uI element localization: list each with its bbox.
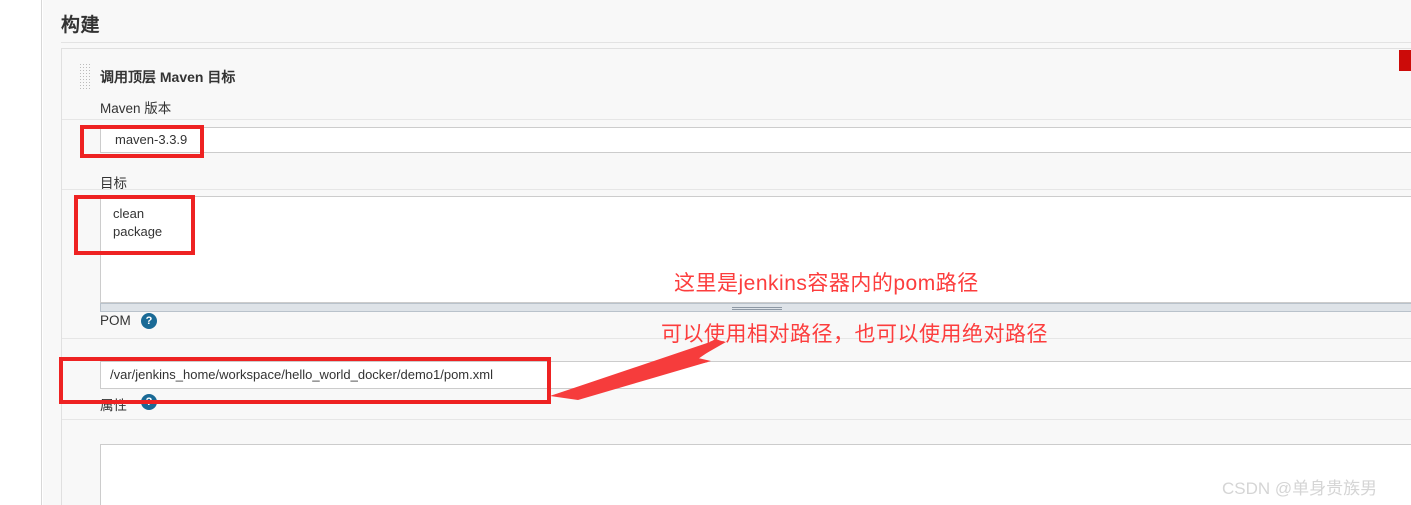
page-title: 构建: [61, 15, 101, 36]
goals-resize-handle[interactable]: [100, 303, 1411, 312]
left-gutter: [0, 0, 42, 505]
build-form-region: 构建 调用顶层 Maven 目标 Maven 版本 maven-3.3.9 目标…: [43, 0, 1411, 505]
grip-dots-icon[interactable]: [80, 64, 91, 90]
annotation-note-line-2: 可以使用相对路径，也可以使用绝对路径: [661, 323, 1048, 346]
help-circle-icon-pom[interactable]: ?: [141, 313, 157, 329]
red-marker-tab: [1399, 50, 1411, 71]
row-divider-maven: [62, 119, 1411, 120]
title-divider: [61, 42, 1411, 43]
properties-textarea[interactable]: [100, 444, 1411, 505]
row-divider-goals: [62, 189, 1411, 190]
row-divider-properties: [62, 419, 1411, 420]
pom-input[interactable]: /var/jenkins_home/workspace/hello_world_…: [100, 361, 1411, 389]
builder-heading: 调用顶层 Maven 目标: [100, 69, 236, 85]
watermark: CSDN @单身贵族男: [1222, 479, 1378, 498]
pom-label: POM: [100, 313, 131, 328]
maven-version-label: Maven 版本: [100, 101, 172, 116]
help-circle-icon-properties[interactable]: ?: [141, 394, 157, 410]
properties-label: 属性: [100, 398, 127, 413]
annotation-note-line-1: 这里是jenkins容器内的pom路径: [674, 272, 979, 295]
screenshot-root: 构建 调用顶层 Maven 目标 Maven 版本 maven-3.3.9 目标…: [0, 0, 1411, 505]
maven-version-select[interactable]: maven-3.3.9: [100, 127, 1411, 153]
